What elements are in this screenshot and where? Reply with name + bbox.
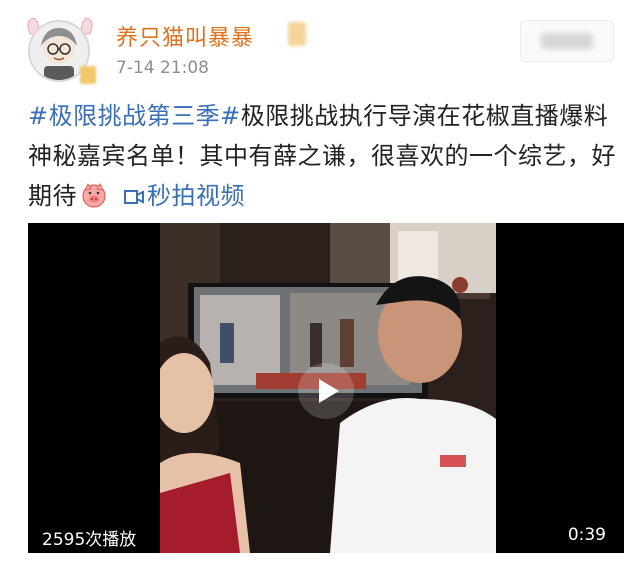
weibo-post: 养只猫叫暴暴 7-14 21:08 #极限挑战第三季#极限挑战执行导演在花椒直播… [0,0,640,564]
follow-button[interactable] [520,20,614,62]
video-link-icon [124,190,144,204]
topic-link[interactable]: #极限挑战第三季# [28,102,241,130]
avatar-container[interactable] [22,16,98,84]
play-count: 2595次播放 [42,530,137,550]
video-link[interactable]: 秒拍视频 [147,182,245,210]
verified-badge [80,66,96,84]
username[interactable]: 养只猫叫暴暴 [116,20,254,52]
member-badge [288,22,306,46]
post-timestamp: 7-14 21:08 [116,58,209,78]
pig-face-icon [82,182,106,208]
post-text: #极限挑战第三季#极限挑战执行导演在花椒直播爆料神秘嘉宾名单！其中有薛之谦，很喜… [28,96,618,216]
video-player[interactable]: 2595次播放 0:39 [28,223,624,553]
follow-button-label-blurred [541,33,593,49]
play-icon[interactable] [298,363,354,419]
video-duration: 0:39 [567,525,606,545]
